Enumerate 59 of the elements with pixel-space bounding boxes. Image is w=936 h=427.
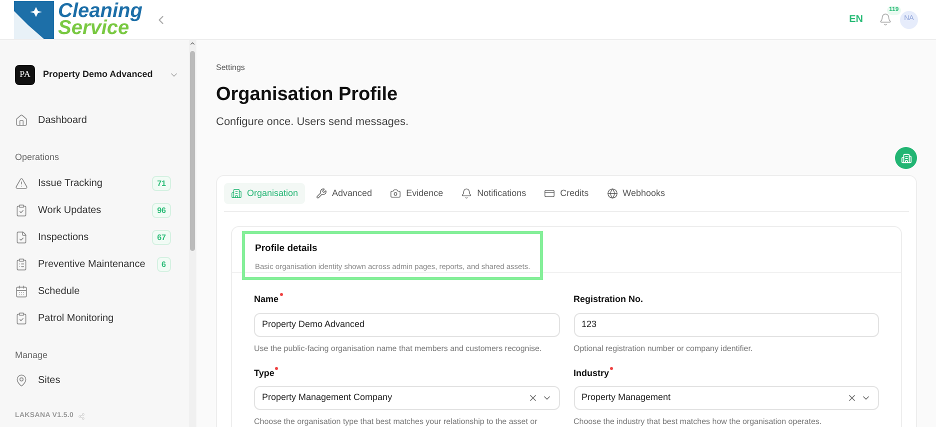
sidebar-item[interactable]: Schedule — [15, 278, 179, 304]
count-badge: 67 — [152, 230, 171, 244]
input-field[interactable]: Property Demo Advanced — [254, 312, 560, 336]
field-label: Industry — [574, 366, 610, 380]
camera-icon — [390, 188, 402, 199]
clear-icon[interactable] — [528, 393, 538, 403]
notification-bell-icon[interactable] — [879, 13, 892, 26]
help-text: Optional registration number or company identifier. — [574, 342, 754, 354]
settings-tab[interactable]: Notifications — [454, 183, 534, 204]
settings-tab[interactable]: Credits — [537, 183, 596, 204]
home-icon — [15, 114, 28, 127]
share-icon — [78, 412, 85, 420]
sidebar-item[interactable]: Work Updates 96 — [15, 196, 179, 224]
scrollbar[interactable] — [189, 40, 196, 427]
location-pin-icon — [15, 374, 28, 387]
field-label: Registration No. — [574, 293, 644, 306]
breadcrumb: Settings — [216, 62, 246, 74]
logo-text: Cleaning Service — [58, 2, 142, 36]
help-text: Use the public-facing organisation name that members and customers recognise. — [254, 342, 543, 354]
tools-icon — [316, 188, 328, 199]
page-title: Organisation Profile — [216, 83, 399, 107]
sidebar-item[interactable]: Inspections 67 — [15, 224, 179, 250]
calendar-icon — [15, 284, 28, 298]
section-title: Profile details — [255, 242, 318, 256]
help-text: Choose the industry that best matches how the organisation operates. — [574, 416, 823, 427]
count-badge: 71 — [152, 176, 171, 190]
building-icon — [231, 188, 242, 199]
sidebar-item[interactable]: Patrol Monitoring — [15, 304, 179, 332]
section-heading: Manage — [15, 348, 49, 362]
document-icon — [15, 230, 28, 244]
warning-icon — [15, 176, 28, 190]
sidebar-item[interactable]: Preventive Maintenance 6 — [15, 250, 179, 278]
select-field[interactable]: Property Management Company — [254, 386, 560, 410]
section-heading: Operations — [15, 151, 60, 164]
workspace-selector[interactable]: PA Property Demo Advanced — [15, 65, 179, 85]
floating-action-button[interactable] — [895, 147, 917, 169]
clipboard-icon — [15, 204, 28, 216]
building-icon — [900, 152, 912, 164]
field-label: Name — [254, 293, 279, 306]
scroll-up-icon[interactable] — [189, 40, 196, 47]
globe-icon — [606, 188, 618, 199]
select-field[interactable]: Property Management — [574, 386, 879, 410]
card-icon — [544, 188, 556, 199]
settings-tab[interactable]: Advanced — [309, 183, 380, 204]
clipboard-icon — [15, 258, 28, 270]
page-subtitle: Configure once. Users send messages. — [216, 114, 410, 130]
help-text: Choose the organisation type that best matches your relationship to the asset or — [254, 416, 538, 427]
clear-icon[interactable] — [847, 393, 857, 403]
input-field[interactable]: 123 — [574, 312, 879, 336]
sidebar-item[interactable]: Dashboard — [15, 107, 179, 134]
clipboard-icon — [15, 312, 28, 324]
field-label: Type — [254, 366, 274, 380]
settings-tab[interactable]: Webhooks — [600, 183, 672, 204]
sidebar-item[interactable]: Issue Tracking 71 — [15, 170, 179, 196]
count-badge: 6 — [156, 256, 171, 272]
sidebar-item[interactable]: Sites — [15, 367, 179, 394]
count-badge: 96 — [152, 202, 171, 218]
settings-tab[interactable]: Evidence — [383, 183, 450, 204]
bell-icon — [461, 188, 472, 199]
